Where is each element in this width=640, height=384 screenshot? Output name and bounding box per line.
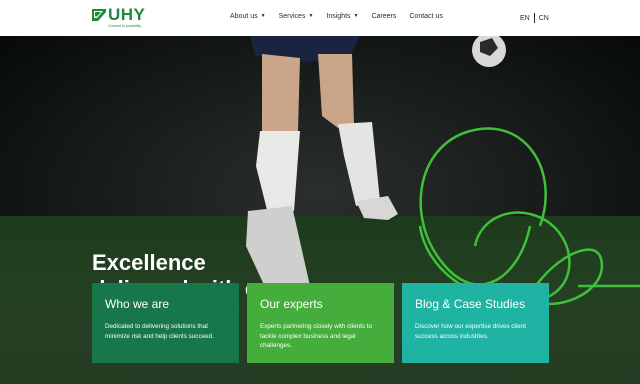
lang-en-link[interactable]: EN — [520, 15, 530, 22]
nav-item-services[interactable]: Services ▼ — [279, 13, 314, 20]
site-header: UHY Connect to possibility About us ▼ Se… — [0, 0, 640, 36]
nav-item-label: Contact us — [409, 13, 443, 20]
nav-item-label: Careers — [371, 13, 397, 20]
nav-item-label: Services — [278, 13, 306, 20]
nav-item-contact-us[interactable]: Contact us — [409, 13, 442, 20]
main-nav: About us ▼ Services ▼ Insights ▼ Careers… — [230, 13, 456, 20]
card-text: Experts partnering closely with clients … — [260, 323, 372, 349]
nav-item-insights[interactable]: Insights ▼ — [326, 13, 358, 20]
nav-item-about-us[interactable]: About us ▼ — [230, 13, 266, 20]
uhy-logo[interactable]: UHY Connect to possibility — [92, 5, 154, 29]
headline-line-1: Excellence — [92, 250, 206, 275]
language-switcher: EN CN — [520, 13, 549, 23]
shield-logo-icon — [92, 9, 106, 21]
nav-item-label: Insights — [326, 13, 351, 20]
card-text: Discover how our expertise drives client… — [415, 323, 526, 340]
caret-down-icon: ▼ — [308, 13, 314, 19]
card-title: Who we are — [105, 297, 170, 311]
card-our-experts[interactable]: Our experts Experts partnering closely w… — [247, 283, 394, 363]
card-text: Dedicated to delivering solutions that m… — [105, 323, 214, 340]
caret-down-icon: ▼ — [353, 13, 359, 19]
card-title: Blog & Case Studies — [415, 297, 526, 311]
card-blog-case-studies[interactable]: Blog & Case Studies Discover how our exp… — [402, 283, 549, 363]
card-who-we-are[interactable]: Who we are Dedicated to delivering solut… — [92, 283, 239, 363]
nav-item-label: About us — [230, 13, 258, 20]
nav-item-careers[interactable]: Careers — [371, 13, 396, 20]
logo-wordmark: UHY — [108, 5, 146, 24]
lang-cn-link[interactable]: CN — [539, 15, 549, 22]
caret-down-icon: ▼ — [260, 13, 266, 19]
card-title: Our experts — [260, 297, 323, 311]
logo-tagline: Connect to possibility — [108, 24, 142, 28]
lang-divider — [533, 13, 535, 23]
